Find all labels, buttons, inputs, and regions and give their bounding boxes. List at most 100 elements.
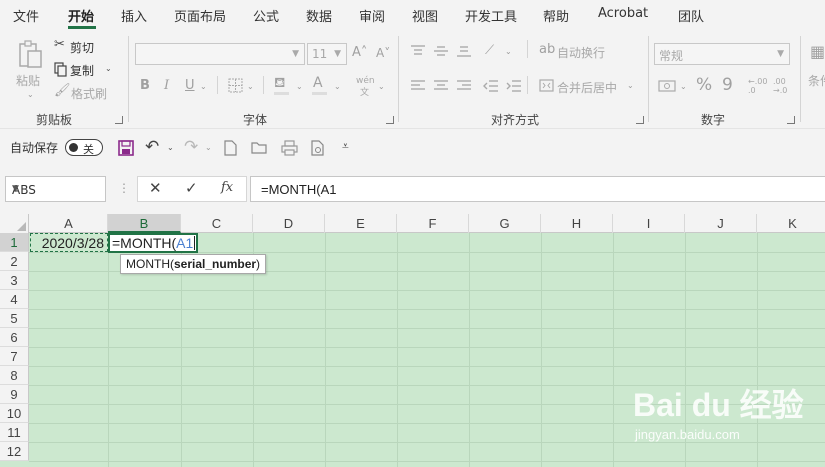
font-color-button[interactable]: A — [312, 76, 334, 96]
cell-b1-editing[interactable]: =MONTH(A1 — [108, 233, 198, 253]
redo-icon[interactable]: ↷ — [184, 139, 198, 156]
open-folder-icon[interactable] — [251, 141, 268, 155]
decrease-decimal-button[interactable]: .00 →.0 — [773, 77, 791, 95]
clipboard-launcher-icon[interactable] — [115, 116, 123, 124]
column-header-h[interactable]: H — [541, 214, 613, 233]
tab-acrobat[interactable]: Acrobat — [598, 6, 648, 21]
row-header[interactable]: 1 — [0, 233, 29, 252]
row-header[interactable]: 11 — [0, 423, 29, 442]
increase-font-icon[interactable]: A˄ — [352, 46, 367, 59]
save-icon[interactable] — [118, 140, 134, 156]
enter-check-icon[interactable]: ✓ — [185, 181, 198, 196]
merge-center-button[interactable]: 合并后居中 ⌄ — [539, 78, 634, 96]
increase-decimal-button[interactable]: ←.00 .0 — [748, 77, 767, 95]
row-header[interactable]: 4 — [0, 290, 29, 309]
tab-review[interactable]: 审阅 — [359, 6, 385, 25]
align-center-icon[interactable] — [433, 79, 449, 93]
comma-button[interactable]: 9 — [722, 77, 733, 94]
paste-dropdown-icon[interactable]: ⌄ — [27, 90, 34, 99]
wrap-text-button[interactable]: ab 自动换行 — [539, 43, 619, 61]
column-header-i[interactable]: I — [613, 214, 685, 233]
column-header-k[interactable]: K — [757, 214, 825, 233]
font-color-dropdown-icon[interactable]: ⌄ — [334, 82, 341, 91]
worksheet-grid[interactable]: A B C D E F G H I J K 1 2 3 4 5 6 7 8 9 … — [0, 214, 825, 467]
column-header-j[interactable]: J — [685, 214, 757, 233]
decrease-font-icon[interactable]: A˅ — [376, 47, 390, 59]
row-header[interactable]: 3 — [0, 271, 29, 290]
tab-file[interactable]: 文件 — [13, 6, 39, 25]
print-preview-icon[interactable] — [311, 140, 325, 156]
fill-color-button[interactable]: ⛾ — [274, 76, 296, 96]
row-header[interactable]: 9 — [0, 385, 29, 404]
tooltip-function-name[interactable]: MONTH( — [126, 257, 174, 271]
border-icon[interactable] — [228, 78, 243, 93]
print-icon[interactable] — [281, 140, 298, 156]
paste-button[interactable]: 粘贴 ⌄ — [14, 38, 48, 100]
tab-page-layout[interactable]: 页面布局 — [174, 6, 226, 25]
fill-dropdown-icon[interactable]: ⌄ — [296, 82, 303, 91]
tab-help[interactable]: 帮助 — [543, 6, 569, 25]
customize-toolbar-icon[interactable]: ⩡ — [342, 140, 349, 152]
column-header-c[interactable]: C — [181, 214, 253, 233]
row-header[interactable]: 8 — [0, 366, 29, 385]
increase-indent-icon[interactable] — [506, 79, 522, 93]
row-header[interactable]: 10 — [0, 404, 29, 423]
row-header[interactable]: 7 — [0, 347, 29, 366]
cell-a1[interactable]: 2020/3/28 — [30, 233, 108, 252]
underline-button[interactable]: U — [185, 79, 195, 92]
percent-button[interactable]: % — [696, 77, 712, 94]
merge-dropdown-icon[interactable]: ⌄ — [627, 81, 634, 90]
number-launcher-icon[interactable] — [787, 116, 795, 124]
row-header[interactable]: 5 — [0, 309, 29, 328]
tab-developer[interactable]: 开发工具 — [465, 6, 517, 25]
row-header[interactable]: 6 — [0, 328, 29, 347]
currency-dropdown-icon[interactable]: ⌄ — [680, 82, 687, 91]
tab-insert[interactable]: 插入 — [121, 6, 147, 25]
row-header[interactable]: 12 — [0, 442, 29, 461]
select-all-button[interactable] — [0, 214, 29, 233]
align-top-icon[interactable] — [410, 44, 426, 58]
font-name-combo[interactable]: ▼ — [135, 43, 305, 65]
column-header-d[interactable]: D — [253, 214, 325, 233]
tab-data[interactable]: 数据 — [306, 6, 332, 25]
column-header-b[interactable]: B — [108, 214, 181, 233]
number-format-combo[interactable]: 常规 ▼ — [654, 43, 790, 65]
conditional-format-label[interactable]: 条件 — [808, 72, 825, 89]
orientation-icon[interactable]: ⟋ — [485, 44, 494, 57]
column-header-e[interactable]: E — [325, 214, 397, 233]
new-file-icon[interactable] — [224, 140, 237, 156]
conditional-format-icon[interactable]: ▦ — [810, 44, 825, 60]
font-launcher-icon[interactable] — [386, 116, 394, 124]
align-right-icon[interactable] — [456, 79, 472, 93]
redo-dropdown-icon[interactable]: ⌄ — [205, 143, 212, 152]
phonetic-dropdown-icon[interactable]: ⌄ — [378, 82, 385, 91]
tab-team[interactable]: 团队 — [678, 6, 704, 25]
tooltip-argument[interactable]: serial_number — [174, 257, 256, 271]
orientation-dropdown-icon[interactable]: ⌄ — [505, 47, 512, 56]
more-options-icon[interactable]: ⋮ — [118, 182, 130, 194]
column-header-f[interactable]: F — [397, 214, 469, 233]
copy-dropdown-icon[interactable]: ⌄ — [105, 64, 112, 73]
column-header-a[interactable]: A — [30, 214, 108, 233]
format-painter-button[interactable]: 🖌 格式刷 — [54, 84, 114, 102]
alignment-launcher-icon[interactable] — [636, 116, 644, 124]
insert-function-icon[interactable]: fx — [221, 181, 233, 194]
cut-button[interactable]: ✂ 剪切 — [54, 38, 114, 56]
font-size-combo[interactable]: 11 ▼ — [307, 43, 347, 65]
name-box[interactable]: ABS ▼ — [5, 176, 106, 202]
bold-button[interactable]: B — [140, 79, 150, 92]
tab-home[interactable]: 开始 — [68, 6, 94, 25]
align-bottom-icon[interactable] — [456, 44, 472, 58]
currency-icon[interactable] — [658, 79, 676, 93]
italic-button[interactable]: I — [164, 79, 169, 92]
underline-dropdown-icon[interactable]: ⌄ — [200, 82, 207, 91]
column-header-g[interactable]: G — [469, 214, 541, 233]
align-middle-icon[interactable] — [433, 44, 449, 58]
tab-view[interactable]: 视图 — [412, 6, 438, 25]
decrease-indent-icon[interactable] — [483, 79, 499, 93]
tab-formulas[interactable]: 公式 — [253, 6, 279, 25]
cancel-icon[interactable]: ✕ — [149, 181, 162, 196]
align-left-icon[interactable] — [410, 79, 426, 93]
row-header[interactable]: 2 — [0, 252, 29, 271]
undo-icon[interactable]: ↶ — [145, 139, 159, 156]
